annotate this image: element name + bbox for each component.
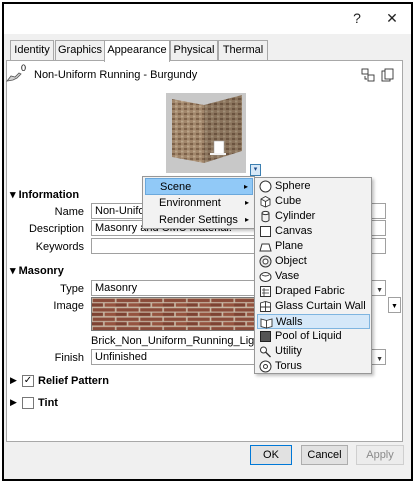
scene-item-glass-curtain-wall-label: Glass Curtain Wall bbox=[275, 300, 366, 312]
scene-item-cube[interactable]: Cube bbox=[257, 194, 370, 209]
tint-checkbox[interactable] bbox=[22, 397, 34, 409]
menu-item-render-settings-label: Render Settings bbox=[159, 214, 238, 226]
masonry-section-header[interactable]: ▾ Masonry bbox=[10, 264, 64, 277]
tab-thermal[interactable]: Thermal bbox=[218, 40, 268, 61]
scene-item-pool-of-liquid-label: Pool of Liquid bbox=[275, 330, 342, 342]
scene-item-walls[interactable]: Walls bbox=[257, 314, 370, 329]
scene-item-sphere-label: Sphere bbox=[275, 180, 311, 192]
scene-item-canvas[interactable]: Canvas bbox=[257, 224, 370, 239]
keywords-label: Keywords bbox=[35, 241, 84, 253]
image-file-name: Brick_Non_Uniform_Running_Light.pn bbox=[91, 335, 279, 347]
menu-item-environment-label: Environment bbox=[159, 197, 221, 209]
information-section-label: Information bbox=[18, 189, 80, 201]
type-label: Type bbox=[60, 283, 84, 295]
scene-item-torus-label: Torus bbox=[275, 360, 302, 372]
masonry-section-label: Masonry bbox=[18, 265, 64, 277]
tint-expand-icon[interactable]: ▶ bbox=[10, 397, 17, 408]
information-section-header[interactable]: ▾ Information bbox=[10, 188, 79, 201]
material-user-icon bbox=[6, 72, 22, 82]
image-options-button[interactable]: ▼ bbox=[388, 297, 401, 313]
chevron-down-icon: ▼ bbox=[391, 303, 398, 310]
brick-texture-image[interactable] bbox=[91, 297, 256, 331]
draped-fabric-icon bbox=[260, 286, 271, 297]
close-button[interactable]: ✕ bbox=[384, 10, 400, 26]
walls-icon bbox=[260, 318, 273, 329]
torus-icon bbox=[259, 360, 272, 373]
image-label: Image bbox=[53, 300, 84, 312]
scene-item-object[interactable]: Object bbox=[257, 254, 370, 269]
scene-item-utility[interactable]: Utility bbox=[257, 344, 370, 359]
help-button[interactable]: ? bbox=[349, 10, 365, 26]
duplicate-asset-icon[interactable] bbox=[381, 68, 395, 82]
keywords-field[interactable] bbox=[91, 238, 257, 254]
relief-pattern-label: Relief Pattern bbox=[38, 375, 109, 387]
submenu-arrow-icon: ▸ bbox=[243, 182, 248, 191]
scene-item-plane[interactable]: Plane bbox=[257, 239, 370, 254]
plane-icon bbox=[259, 243, 272, 252]
name-label: Name bbox=[54, 206, 84, 218]
scene-item-canvas-label: Canvas bbox=[275, 225, 313, 237]
description-field-end[interactable] bbox=[370, 220, 386, 236]
tab-physical[interactable]: Physical bbox=[170, 40, 218, 61]
keywords-field-end[interactable] bbox=[370, 238, 386, 254]
cube-icon bbox=[260, 195, 271, 208]
object-icon bbox=[259, 255, 272, 268]
scene-item-plane-label: Plane bbox=[275, 240, 304, 252]
asset-title: Non-Uniform Running - Burgundy bbox=[34, 69, 198, 81]
scene-item-torus[interactable]: Torus bbox=[257, 359, 370, 374]
tab-identity[interactable]: Identity bbox=[10, 40, 54, 61]
menu-item-scene[interactable]: Scene ▸ bbox=[145, 178, 253, 195]
cancel-button[interactable]: Cancel bbox=[301, 445, 348, 465]
scene-item-cube-label: Cube bbox=[275, 195, 302, 207]
scene-item-draped-fabric[interactable]: Draped Fabric bbox=[257, 284, 370, 299]
finish-value: Unfinished bbox=[95, 351, 147, 363]
submenu-arrow-icon: ▸ bbox=[244, 198, 249, 207]
scene-item-vase[interactable]: Vase bbox=[257, 269, 370, 284]
finish-label: Finish bbox=[54, 352, 84, 364]
glass-curtain-wall-icon bbox=[260, 301, 271, 312]
tint-label: Tint bbox=[38, 397, 58, 409]
vase-icon bbox=[259, 272, 272, 282]
scene-item-sphere[interactable]: Sphere bbox=[257, 179, 370, 194]
scene-submenu: Sphere Cube Cylinder Canvas Plane Object… bbox=[254, 177, 372, 374]
scene-item-cylinder-label: Cylinder bbox=[275, 210, 316, 222]
canvas-icon bbox=[260, 226, 271, 237]
replace-asset-icon[interactable] bbox=[361, 68, 375, 82]
sphere-icon bbox=[259, 180, 272, 193]
type-value: Masonry bbox=[95, 282, 138, 294]
submenu-arrow-icon: ▸ bbox=[244, 215, 249, 224]
menu-item-environment[interactable]: Environment ▸ bbox=[145, 195, 253, 212]
preview-context-menu: Scene ▸ Environment ▸ Render Settings ▸ bbox=[142, 176, 255, 229]
scene-item-draped-fabric-label: Draped Fabric bbox=[275, 285, 345, 297]
description-label: Description bbox=[28, 223, 84, 235]
title-bar: ? ✕ bbox=[4, 4, 411, 34]
chevron-down-icon: ▼ bbox=[376, 287, 383, 294]
scene-item-cylinder[interactable]: Cylinder bbox=[257, 209, 370, 224]
cylinder-icon bbox=[261, 210, 270, 223]
material-preview bbox=[166, 93, 246, 173]
apply-button[interactable]: Apply bbox=[356, 445, 404, 465]
name-field-end[interactable] bbox=[370, 203, 386, 219]
relief-pattern-checkbox[interactable]: ✓ bbox=[22, 375, 34, 387]
scene-item-walls-label: Walls bbox=[276, 316, 303, 328]
pool-of-liquid-icon bbox=[260, 331, 271, 342]
preview-options-dropdown[interactable]: ▾ bbox=[250, 164, 261, 176]
scene-item-glass-curtain-wall[interactable]: Glass Curtain Wall bbox=[257, 299, 370, 314]
chevron-down-icon: ▼ bbox=[376, 356, 383, 363]
ok-button[interactable]: OK bbox=[250, 445, 292, 465]
scene-item-object-label: Object bbox=[275, 255, 307, 267]
menu-item-render-settings[interactable]: Render Settings ▸ bbox=[145, 212, 253, 229]
scene-item-utility-label: Utility bbox=[275, 345, 302, 357]
scene-item-pool-of-liquid[interactable]: Pool of Liquid bbox=[257, 329, 370, 344]
utility-icon bbox=[260, 346, 271, 358]
tab-graphics[interactable]: Graphics bbox=[55, 40, 105, 61]
menu-item-scene-label: Scene bbox=[160, 181, 192, 193]
tab-appearance[interactable]: Appearance bbox=[104, 40, 170, 62]
relief-expand-icon[interactable]: ▶ bbox=[10, 375, 17, 386]
scene-item-vase-label: Vase bbox=[275, 270, 300, 282]
asset-count-badge: 0 bbox=[21, 63, 27, 73]
